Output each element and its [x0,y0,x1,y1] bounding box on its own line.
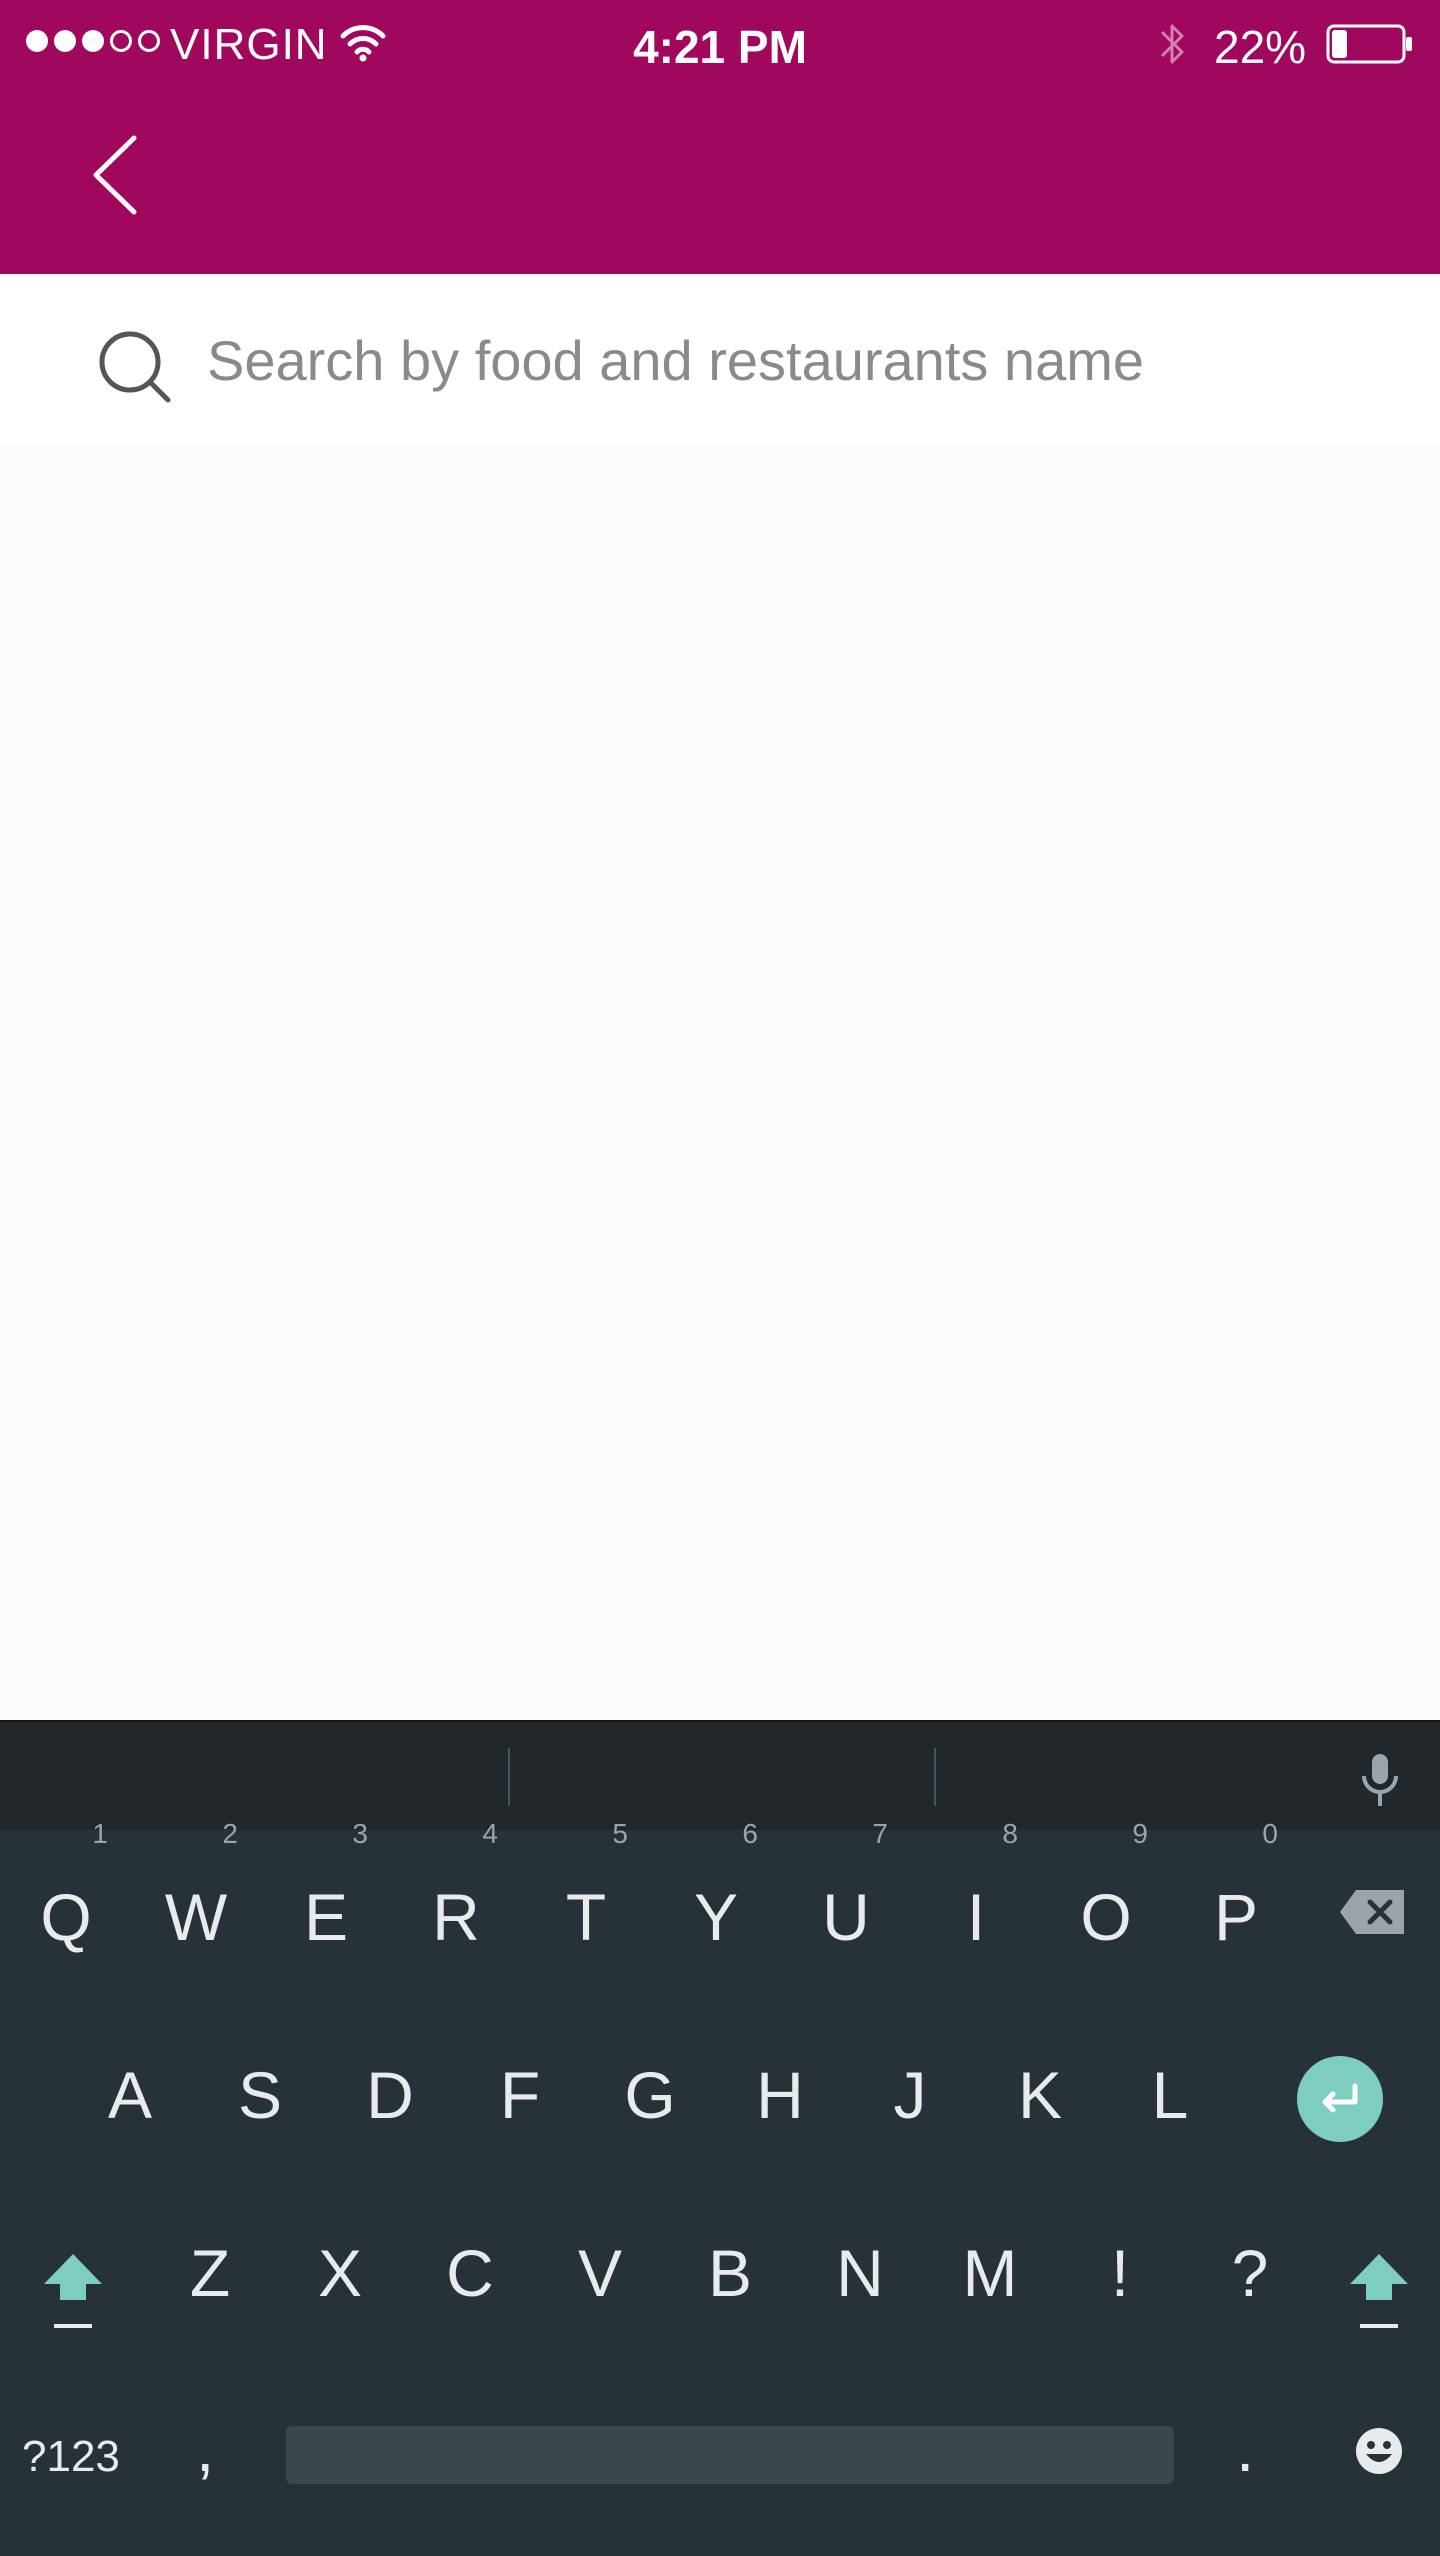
symbols-mode-key[interactable]: ?123 [22,2432,120,2482]
emoji-icon[interactable] [1354,2426,1404,2476]
key-d[interactable]: D [330,2020,450,2170]
suggestion-divider [508,1748,510,1806]
key-comma[interactable]: , [196,2410,214,2486]
suggestion-strip [0,1720,1440,1830]
key-b[interactable]: B [670,2198,790,2348]
status-bar: VIRGIN 4:21 PM 22% [0,0,1440,90]
key-l[interactable]: L [1110,2020,1230,2170]
key-n[interactable]: N [800,2198,920,2348]
key-w[interactable]: 2W [136,1818,256,1992]
search-input[interactable] [205,304,1389,416]
backspace-icon[interactable] [1338,1888,1408,1936]
app-header: VIRGIN 4:21 PM 22% [0,0,1440,274]
key-j[interactable]: J [850,2020,970,2170]
back-button[interactable] [80,120,160,230]
key-k[interactable]: K [980,2020,1100,2170]
key-y[interactable]: 6Y [656,1818,776,1992]
microphone-icon[interactable] [1358,1752,1402,1808]
key-u[interactable]: 7U [786,1818,906,1992]
key-exclamation[interactable]: ! [1060,2198,1180,2348]
key-i[interactable]: 8I [916,1818,1036,1992]
key-h[interactable]: H [720,2020,840,2170]
key-p[interactable]: 0P [1176,1818,1296,1992]
space-bar[interactable] [286,2426,1174,2484]
key-q[interactable]: 1Q [6,1818,126,1992]
bluetooth-icon [1160,24,1184,64]
key-c[interactable]: C [410,2198,530,2348]
key-f[interactable]: F [460,2020,580,2170]
key-s[interactable]: S [200,2020,320,2170]
key-e[interactable]: 3E [266,1818,386,1992]
shift-left-icon[interactable] [40,2250,106,2340]
on-screen-keyboard: 1Q 2W 3E 4R 5T 6Y 7U 8I 9O 0P A S D F G … [0,1720,1440,2556]
shift-right-icon[interactable] [1346,2250,1412,2340]
key-t[interactable]: 5T [526,1818,646,1992]
search-bar [0,274,1440,444]
enter-icon [1322,2083,1358,2113]
battery-percentage: 22% [1214,21,1307,73]
key-period[interactable]: . [1236,2410,1254,2486]
key-o[interactable]: 9O [1046,1818,1166,1992]
key-r[interactable]: 4R [396,1818,516,1992]
key-m[interactable]: M [930,2198,1050,2348]
search-icon [99,331,171,403]
results-area [0,444,1440,1720]
key-x[interactable]: X [280,2198,400,2348]
enter-button[interactable] [1297,2056,1383,2142]
key-v[interactable]: V [540,2198,660,2348]
chevron-left-icon [93,135,137,215]
key-a[interactable]: A [70,2020,190,2170]
key-z[interactable]: Z [150,2198,270,2348]
battery-icon [1326,24,1412,64]
suggestion-divider [934,1748,936,1806]
key-g[interactable]: G [590,2020,710,2170]
key-question[interactable]: ? [1190,2198,1310,2348]
